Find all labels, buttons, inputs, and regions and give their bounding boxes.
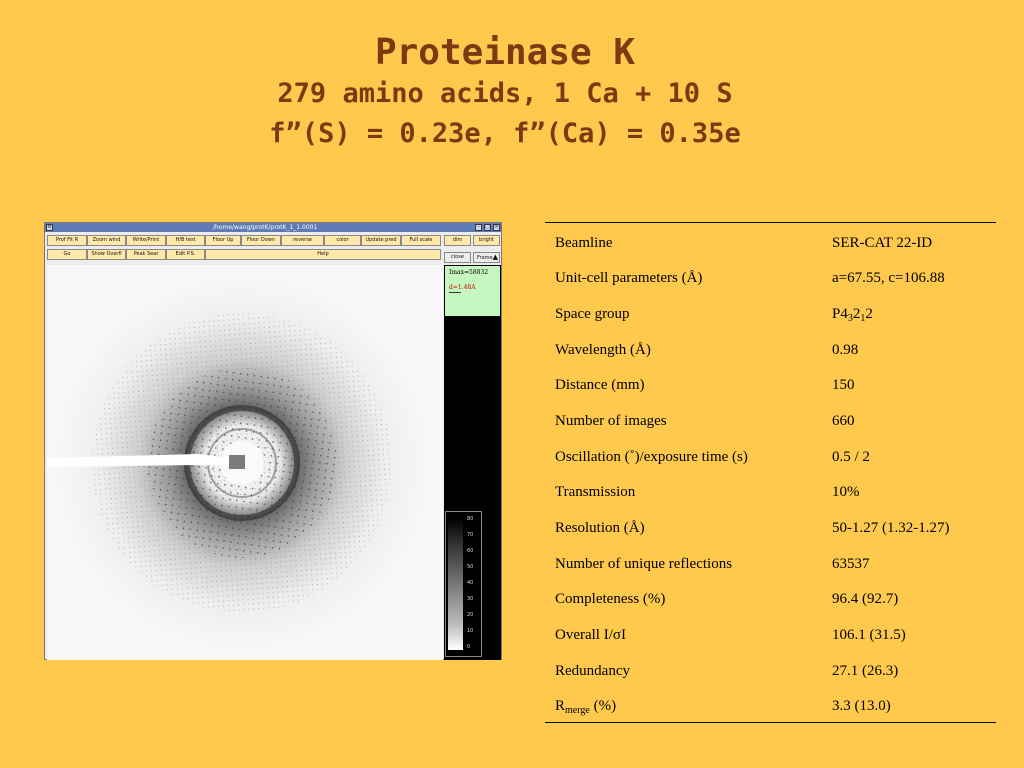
help-button[interactable]: Help [205, 249, 441, 260]
slide-subtitle-2: f”(S) = 0.23e, f”(Ca) = 0.35e [269, 118, 741, 149]
table-row: Completeness (%) 96.4 (92.7) [545, 581, 996, 617]
table-row: Wavelength (Å) 0.98 [545, 332, 996, 368]
table-row: Rmerge (%) 3.3 (13.0) [545, 688, 996, 724]
table-row: Overall I/σI 106.1 (31.5) [545, 617, 996, 653]
diffraction-image[interactable] [47, 265, 443, 660]
slide-title-block: Proteinase K 279 amino acids, 1 Ca + 10 … [0, 32, 1010, 154]
row-label: Unit-cell parameters (Å) [555, 270, 703, 286]
go-button[interactable]: Go [47, 249, 87, 260]
readout-divider [449, 292, 461, 293]
maximize-icon[interactable]: □ [484, 224, 491, 231]
row-value: SER-CAT 22-ID [832, 235, 933, 251]
row-label: Rmerge (%) [555, 698, 617, 716]
beamstop-cap [229, 455, 245, 469]
table-row: Number of images 660 [545, 403, 996, 439]
data-collection-table: Beamline SER-CAT 22-ID Unit-cell paramet… [545, 222, 996, 723]
side-panel: Imax=58832 d=1.48A 80 70 60 50 40 30 20 … [444, 265, 501, 660]
row-label: Transmission [555, 484, 636, 500]
row-label: Number of images [555, 413, 667, 429]
scale-tick-label: 60 [467, 548, 474, 554]
row-value: 96.4 (92.7) [832, 591, 899, 607]
bright-button[interactable]: bright [473, 235, 500, 246]
diffraction-pattern-svg [47, 265, 443, 660]
table-row: Distance (mm) 150 [545, 367, 996, 403]
scale-tick-label: 0 [467, 644, 471, 650]
frame-label: Frame [477, 255, 493, 261]
peak-search-button[interactable]: Peak Sear [126, 249, 166, 260]
write-print-button[interactable]: Write/Print [126, 235, 166, 246]
close-window-icon[interactable]: × [493, 224, 500, 231]
row-label: Beamline [555, 235, 613, 251]
slide-title: Proteinase K [374, 32, 636, 73]
row-value: 660 [832, 413, 855, 429]
frame-button[interactable]: Frame▲ [473, 252, 500, 263]
floor-down-button[interactable]: Floor Down [241, 235, 281, 246]
zoom-window-button[interactable]: Zoom wind [87, 235, 126, 246]
window-menu-icon[interactable]: ≡ [46, 224, 53, 231]
prof-fit-button[interactable]: Prof Fit R [47, 235, 87, 246]
diffraction-viewer-window: ≡ /home/wang/protK/protK_1_1.0001 – □ × … [44, 222, 502, 660]
row-value: 63537 [832, 556, 870, 572]
scale-tick-label: 40 [467, 580, 474, 586]
close-button[interactable]: close [444, 252, 471, 263]
row-value: P43212 [832, 306, 873, 324]
row-value: 50-1.27 (1.32-1.27) [832, 520, 950, 536]
color-button[interactable]: color [324, 235, 361, 246]
frame-toggle-icon: ▲ [492, 253, 498, 261]
full-scale-button[interactable]: Full scale [401, 235, 441, 246]
row-label: Wavelength (Å) [555, 342, 651, 358]
row-label: Space group [555, 306, 630, 322]
row-value: 27.1 (26.3) [832, 663, 899, 679]
window-titlebar[interactable]: ≡ /home/wang/protK/protK_1_1.0001 – □ × [45, 223, 501, 232]
hb-test-button[interactable]: H/B test [166, 235, 205, 246]
table-row: Beamline SER-CAT 22-ID [545, 225, 996, 261]
scale-tick-label: 80 [467, 516, 474, 522]
row-label: Resolution (Å) [555, 520, 645, 536]
table-row: Transmission 10% [545, 474, 996, 510]
row-value: 150 [832, 377, 855, 393]
row-label: Oscillation (˚)/exposure time (s) [555, 449, 748, 465]
row-label: Redundancy [555, 663, 630, 679]
intensity-scale: 80 70 60 50 40 30 20 10 0 [445, 511, 482, 657]
row-label: Overall I/σI [555, 627, 626, 643]
minimize-icon[interactable]: – [475, 224, 482, 231]
scale-tick-label: 20 [467, 612, 474, 618]
row-label: Distance (mm) [555, 377, 645, 393]
row-value: a=67.55, c=106.88 [832, 270, 945, 286]
scale-tick-label: 10 [467, 628, 474, 634]
row-value: 10% [832, 484, 860, 500]
scale-tick-label: 70 [467, 532, 474, 538]
slide-subtitle-1: 279 amino acids, 1 Ca + 10 S [277, 78, 733, 109]
info-box: Imax=58832 d=1.48A [445, 266, 500, 316]
intensity-gradient [448, 518, 463, 650]
table-row: Redundancy 27.1 (26.3) [545, 653, 996, 689]
row-value: 106.1 (31.5) [832, 627, 906, 643]
update-pred-button[interactable]: Update pred [361, 235, 401, 246]
floor-up-button[interactable]: Floor Up [205, 235, 241, 246]
row-value: 0.5 / 2 [832, 449, 870, 465]
table-row: Resolution (Å) 50-1.27 (1.32-1.27) [545, 510, 996, 546]
table-row: Oscillation (˚)/exposure time (s) 0.5 / … [545, 439, 996, 475]
show-overflow-button[interactable]: Show Overfl [87, 249, 126, 260]
table-row: Unit-cell parameters (Å) a=67.55, c=106.… [545, 260, 996, 296]
edit-ps-button[interactable]: Edit P.S. [166, 249, 205, 260]
imax-label: Imax=58832 [449, 269, 489, 276]
reverse-button[interactable]: reverse [281, 235, 324, 246]
window-title: /home/wang/protK/protK_1_1.0001 [213, 224, 318, 231]
row-label: Completeness (%) [555, 591, 666, 607]
dim-button[interactable]: dim [444, 235, 471, 246]
table-row: Space group P43212 [545, 296, 996, 332]
row-value: 3.3 (13.0) [832, 698, 891, 714]
table-row: Number of unique reflections 63537 [545, 546, 996, 582]
scale-tick-label: 50 [467, 564, 474, 570]
row-value: 0.98 [832, 342, 859, 358]
row-label: Number of unique reflections [555, 556, 733, 572]
scale-tick-label: 30 [467, 596, 474, 602]
resolution-readout: d=1.48A [449, 284, 476, 291]
